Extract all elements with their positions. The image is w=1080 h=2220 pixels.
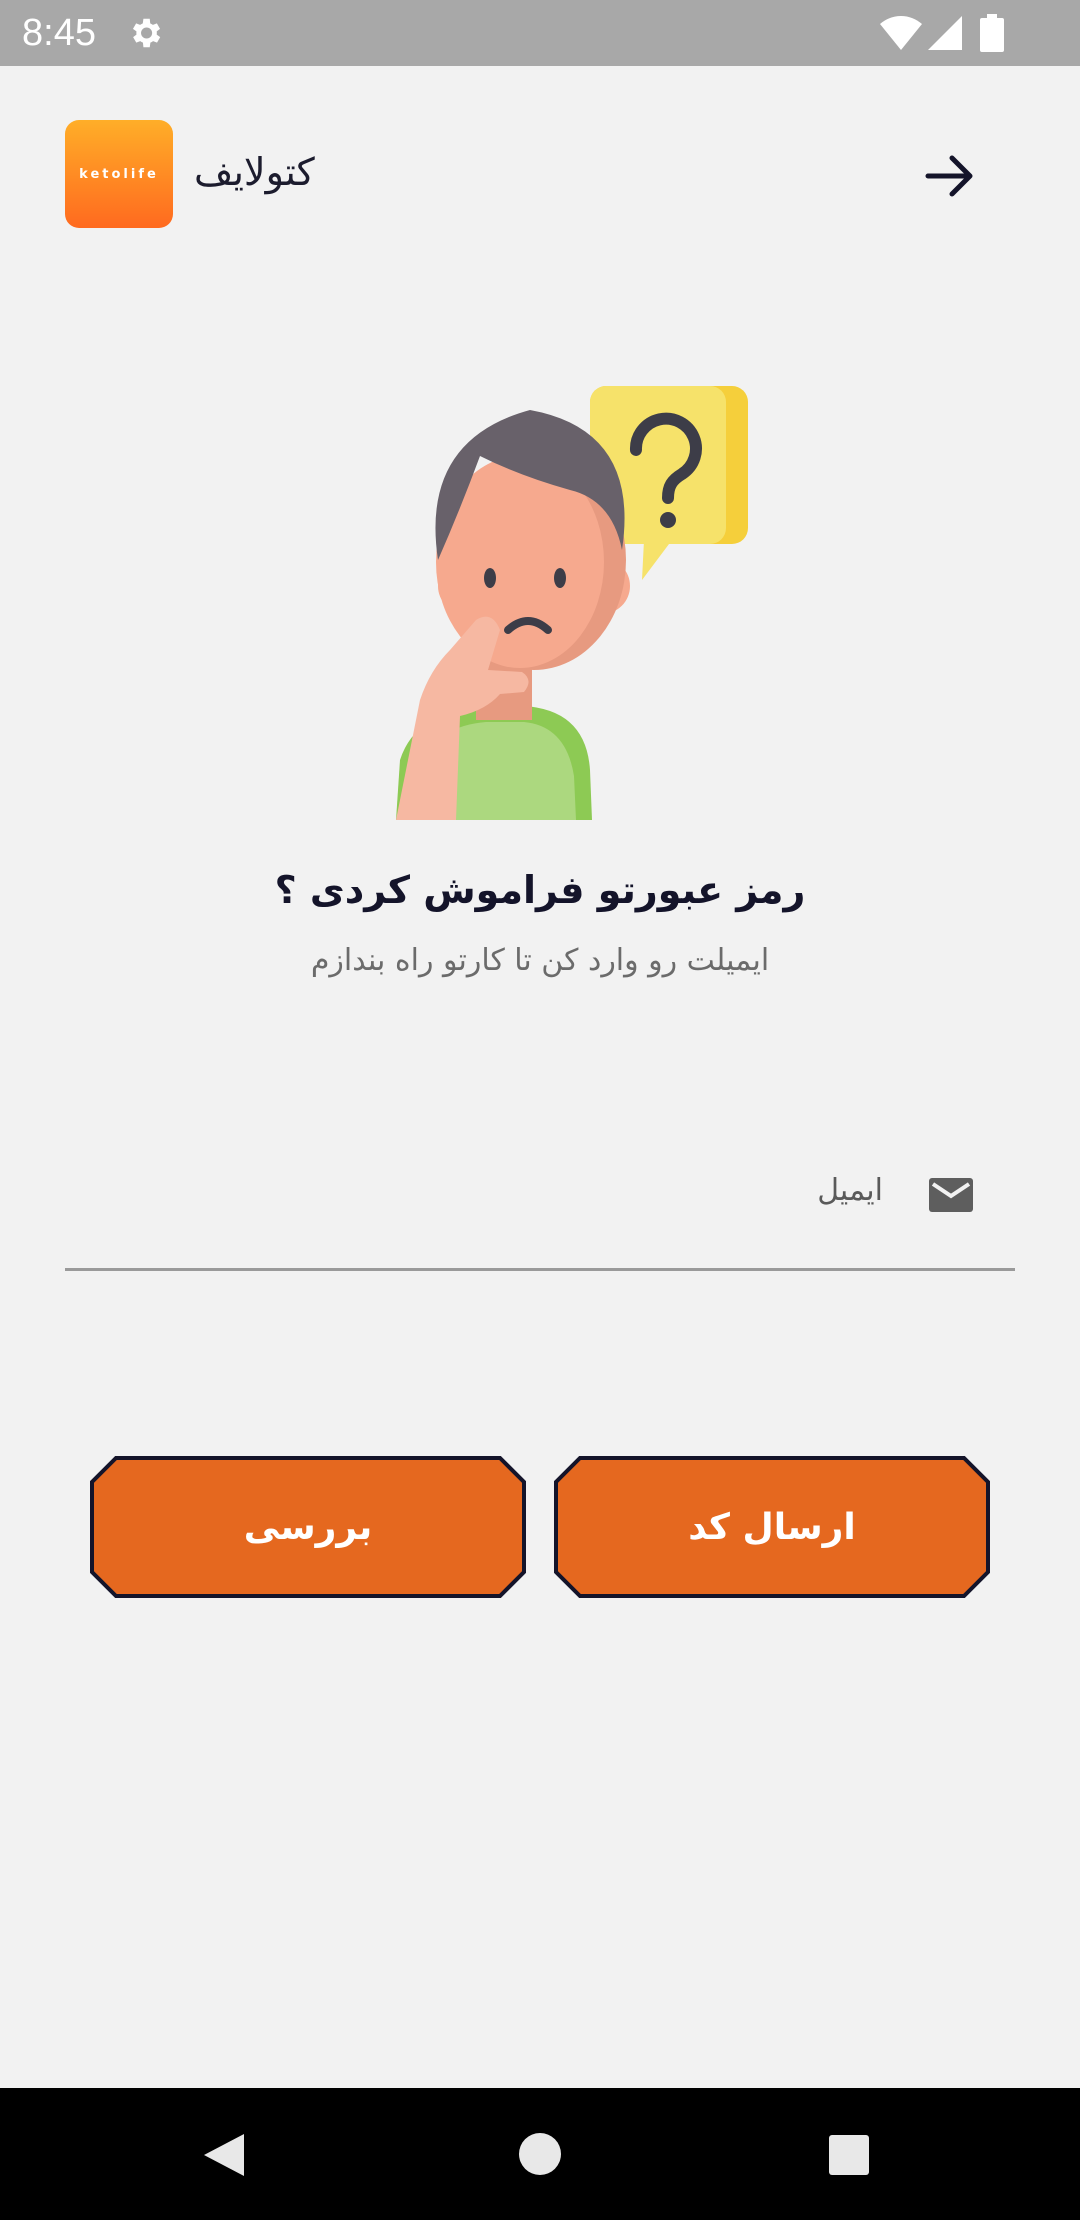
back-triangle-icon[interactable] (200, 2130, 250, 2180)
send-code-button[interactable]: ارسال کد (554, 1456, 990, 1598)
email-field[interactable]: ایمیل (65, 1140, 1015, 1272)
recents-square-icon[interactable] (828, 2134, 870, 2176)
mail-icon (929, 1178, 973, 1212)
app-title: کتولایف (194, 150, 315, 194)
page-title: رمز عبورتو فراموش کردی ؟ (274, 868, 806, 912)
home-circle-icon[interactable] (518, 2132, 562, 2176)
email-label: ایمیل (817, 1173, 883, 1208)
page-subtitle: ایمیلت رو وارد کن تا کارتو راه بندازم (310, 943, 770, 978)
check-button[interactable]: بررسی (90, 1456, 526, 1598)
navigation-bar (0, 2088, 1080, 2220)
status-time: 8:45 (22, 12, 96, 54)
app-bar: ketolife کتولایف (0, 66, 1080, 266)
battery-icon (980, 14, 1004, 52)
send-code-button-label: ارسال کد (688, 1506, 856, 1548)
wifi-icon (880, 16, 922, 50)
status-bar: 8:45 (0, 0, 1080, 66)
email-underline (65, 1268, 1015, 1271)
app-logo-text: ketolife (79, 166, 159, 182)
check-button-label: بررسی (243, 1506, 373, 1548)
thinking-person-question-icon (396, 386, 748, 820)
signal-icon (928, 16, 962, 50)
arrow-right-icon[interactable] (922, 148, 978, 204)
gear-icon (132, 18, 161, 48)
app-logo: ketolife (65, 120, 173, 228)
